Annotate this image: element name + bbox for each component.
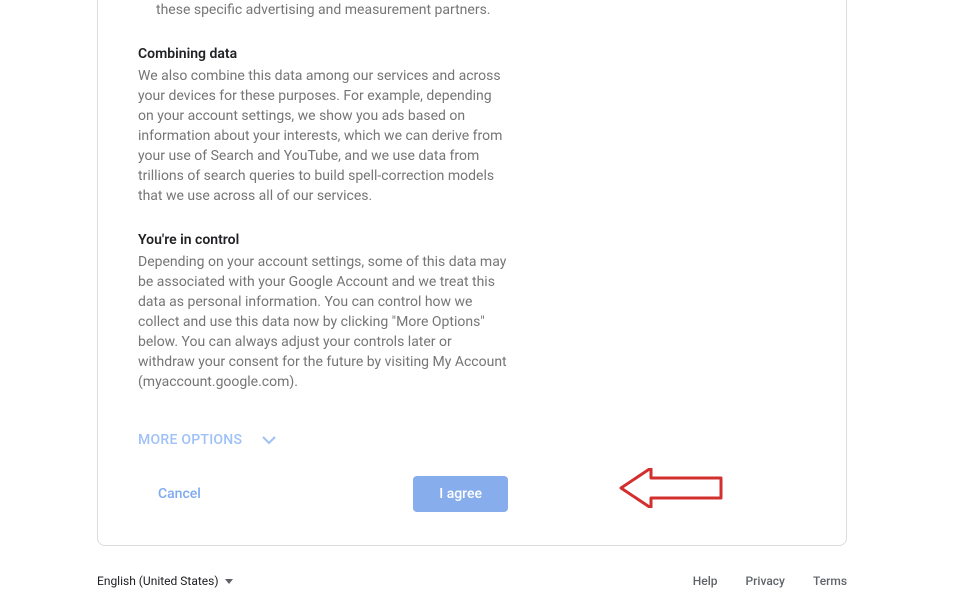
language-selector[interactable]: English (United States) xyxy=(97,574,233,588)
footer-links: Help Privacy Terms xyxy=(693,574,847,588)
caret-down-icon xyxy=(225,579,233,584)
section-body-combining: We also combine this data among our serv… xyxy=(138,66,508,206)
page-footer: English (United States) Help Privacy Ter… xyxy=(97,574,847,588)
content-column: these specific advertising and measureme… xyxy=(138,0,508,512)
footer-link-privacy[interactable]: Privacy xyxy=(746,574,785,588)
more-options-toggle[interactable]: MORE OPTIONS xyxy=(138,432,508,448)
partial-text-line: these specific advertising and measureme… xyxy=(138,0,508,20)
action-button-row: Cancel I agree xyxy=(138,476,508,512)
footer-link-terms[interactable]: Terms xyxy=(813,574,847,588)
agree-button[interactable]: I agree xyxy=(413,476,508,512)
language-label: English (United States) xyxy=(97,574,219,588)
arrow-annotation-icon xyxy=(616,468,726,512)
chevron-down-icon xyxy=(262,436,276,445)
cancel-button[interactable]: Cancel xyxy=(138,476,221,512)
footer-link-help[interactable]: Help xyxy=(693,574,718,588)
more-options-label: MORE OPTIONS xyxy=(138,432,242,448)
section-body-control: Depending on your account settings, some… xyxy=(138,252,508,392)
privacy-consent-card: these specific advertising and measureme… xyxy=(97,0,847,546)
section-heading-combining: Combining data xyxy=(138,44,508,64)
section-heading-control: You're in control xyxy=(138,230,508,250)
